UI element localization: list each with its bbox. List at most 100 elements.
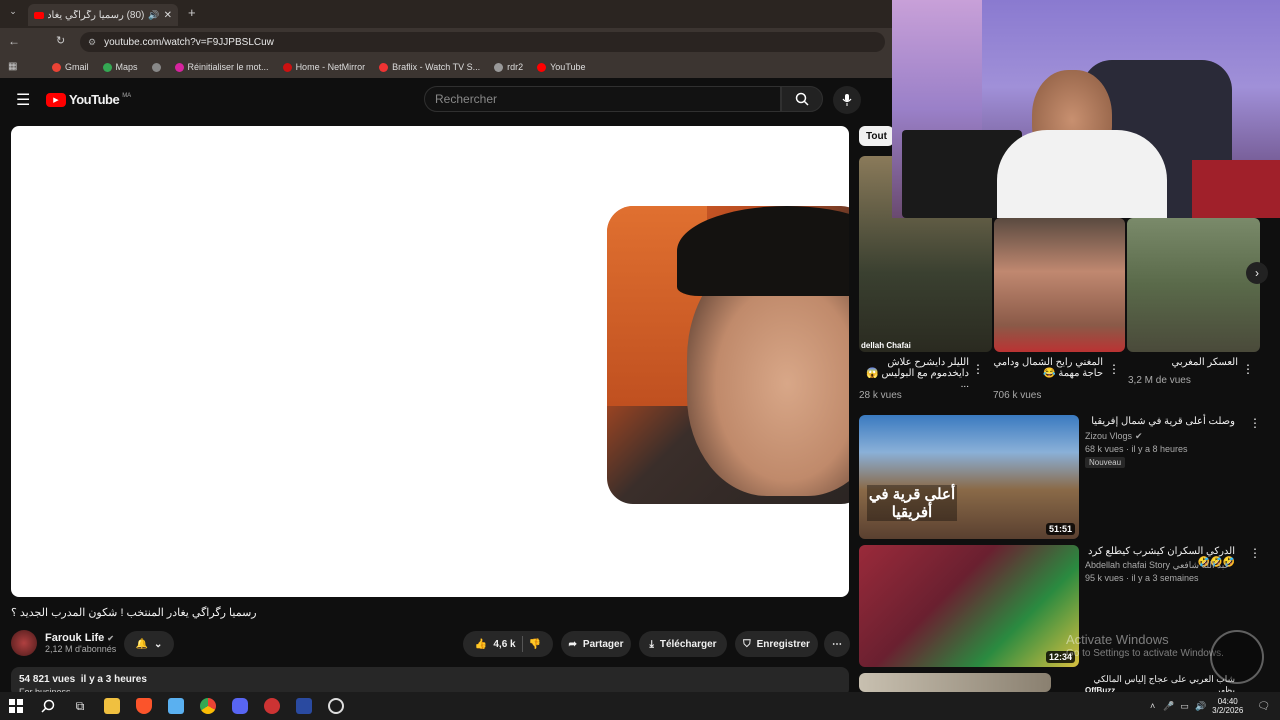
short-title-1[interactable]: الليلر دايشرح علاش دايخدموم مع البوليس 😱… (859, 357, 969, 390)
notification-icon[interactable]: 🗨 (1257, 701, 1270, 712)
search-icon (795, 92, 809, 106)
microphone-tray-icon[interactable]: 🎤 (1163, 701, 1174, 712)
obs-icon[interactable] (320, 692, 352, 720)
rec-more-icon-2[interactable]: ⋮ (1249, 546, 1261, 560)
more-horizontal-icon: ⋯ (832, 638, 842, 650)
new-badge: Nouveau (1085, 457, 1126, 468)
app-icon[interactable] (288, 692, 320, 720)
globe-icon (151, 62, 161, 72)
short-title-3[interactable]: العسكر المغربي (1128, 357, 1238, 368)
bookmark-braflix[interactable]: Braflix - Watch TV S... (379, 62, 480, 72)
new-tab-icon[interactable]: + (188, 5, 196, 20)
chrome-icon[interactable] (192, 692, 224, 720)
bookmark-netmirror[interactable]: Home - NetMirror (282, 62, 365, 72)
short-views-1: 28 k vues (859, 390, 902, 401)
back-icon[interactable]: ← (8, 34, 20, 48)
apps-grid-icon[interactable]: ▦ (8, 61, 17, 72)
short-thumb-overlay: dellah Chafai (861, 341, 911, 350)
audio-icon[interactable]: 🔊 (148, 10, 159, 21)
upload-age: il y a 3 heures (80, 674, 147, 685)
short-views-2: 706 k vues (993, 390, 1042, 401)
store-icon[interactable] (160, 692, 192, 720)
youtube-favicon-icon (34, 11, 44, 19)
tab-title: (80) رسميا رگراگي يغادر المن (48, 9, 145, 21)
brave-browser-icon[interactable] (128, 692, 160, 720)
rec-channel-2[interactable]: Abdellah chafai Story عبد الله شافعي (1085, 560, 1230, 571)
bookmark-gmail[interactable]: Gmail (52, 62, 89, 72)
windows-taskbar: ⧉ ˄ 🎤 ▭ 🔊 04:40 3/2/2026 🗨 (0, 692, 1280, 720)
rec-thumbnail-1[interactable]: أعلى قرية في أفريقيا 51:51 (859, 415, 1079, 539)
thumb-down-icon[interactable]: 👎 (529, 639, 541, 650)
short-more-icon-3[interactable]: ⋮ (1242, 362, 1254, 376)
chip-all[interactable]: Tout (859, 126, 894, 146)
video-player[interactable] (11, 126, 849, 597)
short-views-3: 3,2 M de vues (1128, 375, 1191, 386)
bookmark-maps[interactable]: Maps (102, 62, 138, 72)
clock[interactable]: 04:40 3/2/2026 (1212, 697, 1243, 715)
maps-icon (102, 62, 112, 72)
voice-search-button[interactable] (833, 86, 861, 114)
like-count[interactable]: 4,6 k (493, 639, 515, 650)
shorts-next-button[interactable]: › (1246, 262, 1268, 284)
windows-start-icon[interactable] (0, 692, 32, 720)
rec-duration-1: 51:51 (1045, 523, 1075, 535)
network-icon[interactable]: ▭ (1180, 701, 1189, 712)
rec-meta-1: 68 k vues · il y a 8 heures (1085, 444, 1188, 454)
youtube-logo[interactable]: ▶ YouTube MA (46, 92, 131, 107)
short-title-2[interactable]: المغني رايح الشمال ودامي حاجة مهمة 😂 (993, 357, 1103, 379)
tray-chevron-icon[interactable]: ˄ (1150, 701, 1155, 711)
taskbar-search-icon[interactable] (32, 692, 64, 720)
share-button[interactable]: ➦ Partager (561, 631, 631, 657)
download-button[interactable]: ⤓ Télécharger (639, 631, 727, 657)
discord-icon[interactable] (224, 692, 256, 720)
chevron-down-icon: ⌄ (154, 638, 163, 650)
bookmark-youtube[interactable]: YouTube (537, 62, 586, 72)
rec-thumbnail-3[interactable] (859, 673, 1051, 692)
share-icon: ➦ (568, 638, 577, 650)
short-thumbnail-2[interactable] (994, 218, 1125, 352)
channel-info: Farouk Life ✔ 2,12 M d'abonnés (11, 630, 116, 656)
url-text[interactable]: youtube.com/watch?v=F9JJPBSLCuw (104, 37, 274, 48)
bookmark-globe[interactable] (151, 62, 161, 72)
tab-search-icon[interactable]: ⌄ (4, 6, 22, 22)
rec-title-1[interactable]: وصلت أعلى قرية في شمال إفريقيا (1085, 416, 1235, 427)
task-view-icon[interactable]: ⧉ (64, 692, 96, 720)
bookmark-instagram[interactable]: Réinitialiser le mot... (174, 62, 269, 72)
video-title: رسميا رگراگي يغادر المنتخب ! شكون المدرب… (11, 607, 257, 619)
rec-channel-1[interactable]: Zizou Vlogs ✔ (1085, 431, 1143, 442)
short-more-icon-1[interactable]: ⋮ (972, 362, 984, 376)
site-info-icon[interactable]: ⚙ (88, 37, 96, 48)
webcam-overlay (892, 0, 1280, 218)
microphone-icon (842, 94, 852, 106)
browser-tab-bar: ⌄ (80) رسميا رگراگي يغادر المن 🔊 ✕ + (0, 0, 892, 28)
short-more-icon-2[interactable]: ⋮ (1108, 362, 1120, 376)
file-explorer-icon[interactable] (96, 692, 128, 720)
close-tab-icon[interactable]: ✕ (164, 10, 172, 21)
browser-tab[interactable]: (80) رسميا رگراگي يغادر المن 🔊 ✕ (28, 4, 178, 26)
rdr2-icon (494, 62, 504, 72)
youtube-play-icon: ▶ (46, 92, 66, 107)
menu-icon[interactable]: ☰ (16, 90, 30, 110)
thumb-up-icon[interactable]: 👍 (475, 639, 487, 650)
rec-thumb-text-1: أعلى قرية في أفريقيا (867, 485, 957, 521)
save-button[interactable]: ⛉ Enregistrer (735, 631, 818, 657)
short-thumbnail-3[interactable] (1127, 218, 1260, 352)
stream-logo-icon (1210, 630, 1264, 684)
rec-more-icon-1[interactable]: ⋮ (1249, 416, 1261, 430)
url-bar[interactable]: ⚙ youtube.com/watch?v=F9JJPBSLCuw (80, 32, 885, 52)
subscribe-bell-button[interactable]: 🔔 ⌄ (124, 631, 174, 657)
like-dislike-group: 👍 4,6 k 👎 (463, 631, 553, 657)
channel-name[interactable]: Farouk Life (45, 632, 104, 644)
braflix-icon (379, 62, 389, 72)
more-actions-button[interactable]: ⋯ (824, 631, 850, 657)
game-icon[interactable] (256, 692, 288, 720)
channel-avatar[interactable] (11, 630, 37, 656)
bookmark-rdr2[interactable]: rdr2 (494, 62, 523, 72)
subscriber-count: 2,12 M d'abonnés (45, 644, 117, 654)
bookmark-icon: ⛉ (743, 638, 751, 650)
volume-icon[interactable]: 🔊 (1195, 701, 1206, 712)
search-button[interactable] (781, 86, 823, 112)
search-input[interactable]: Rechercher (424, 86, 781, 112)
rec-thumbnail-2[interactable]: 12:34 (859, 545, 1079, 667)
reload-icon[interactable]: ↻ (56, 34, 65, 47)
